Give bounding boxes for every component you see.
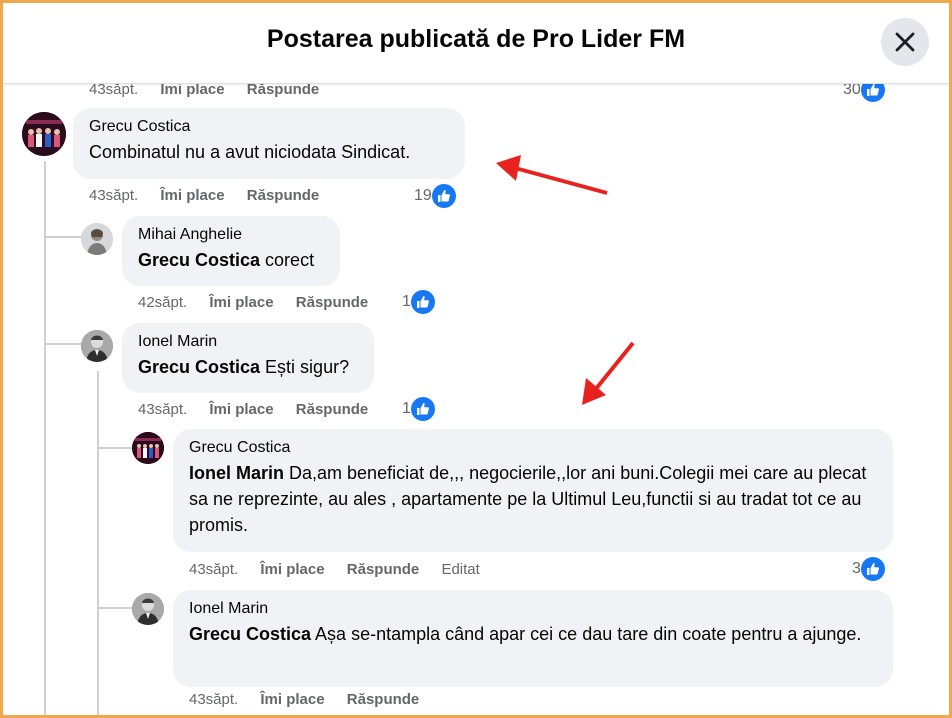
mention-link[interactable]: Grecu Costica: [138, 250, 260, 270]
comment-time[interactable]: 43săpt.: [189, 561, 238, 578]
reaction-count[interactable]: 19: [414, 183, 456, 209]
reaction-count[interactable]: 1: [402, 396, 435, 422]
comment-body: Ești sigur?: [260, 357, 350, 377]
mention-link[interactable]: Grecu Costica: [189, 624, 311, 644]
comment-bubble: Mihai Anghelie Grecu Costica corect: [122, 216, 340, 286]
like-button[interactable]: Îmi place: [260, 691, 324, 708]
reply-button[interactable]: Răspunde: [347, 561, 420, 578]
mention-link[interactable]: Grecu Costica: [138, 357, 260, 377]
avatar[interactable]: [22, 112, 66, 156]
reply-button[interactable]: Răspunde: [247, 187, 320, 204]
edited-label[interactable]: Editat: [441, 561, 479, 578]
comment-time[interactable]: 43săpt.: [89, 187, 138, 204]
like-button[interactable]: Îmi place: [260, 561, 324, 578]
comment-body: Așa se-ntampla când apar cei ce dau tare…: [311, 624, 862, 644]
like-button[interactable]: Îmi place: [209, 401, 273, 418]
like-reaction-icon: [410, 397, 435, 421]
reply-button[interactable]: Răspunde: [296, 294, 369, 311]
avatar[interactable]: [81, 223, 113, 255]
comment-time[interactable]: 43săpt.: [189, 691, 238, 708]
comment-text: Combinatul nu a avut niciodata Sindicat.: [89, 142, 411, 162]
comment-author[interactable]: Grecu Costica: [189, 438, 877, 458]
comment-actions: 43săpt. Îmi place Răspunde Editat: [189, 561, 498, 579]
comment-author[interactable]: Mihai Anghelie: [138, 225, 324, 245]
reaction-number: 19: [414, 187, 432, 204]
comment-time[interactable]: 42săpt.: [138, 294, 187, 311]
reply-button[interactable]: Răspunde: [296, 401, 369, 418]
reaction-number: 1: [402, 400, 411, 417]
page-title: Postarea publicată de Pro Lider FM: [266, 25, 686, 53]
comment-time[interactable]: 43săpt.: [138, 401, 187, 418]
thread-line: [44, 161, 46, 715]
comment-actions: 43săpt. Îmi place Răspunde: [138, 401, 386, 419]
reaction-count[interactable]: 3: [852, 556, 885, 582]
close-button[interactable]: [881, 18, 929, 66]
comment-bubble: Grecu Costica Combinatul nu a avut nicio…: [73, 108, 465, 179]
comment-actions: 43săpt. Îmi place Răspunde: [89, 187, 337, 205]
avatar[interactable]: [132, 432, 164, 464]
comments-thread: 43săpt. Îmi place Răspunde 30 Grecu Cost…: [3, 3, 949, 715]
like-button[interactable]: Îmi place: [209, 294, 273, 311]
post-dialog: 43săpt. Îmi place Răspunde 30 Grecu Cost…: [0, 0, 952, 718]
thread-branch: [99, 607, 133, 609]
comment-bubble: Ionel Marin Grecu Costica Ești sigur?: [122, 323, 374, 393]
comment-author[interactable]: Ionel Marin: [189, 599, 877, 619]
comment-actions: 42săpt. Îmi place Răspunde: [138, 294, 386, 312]
like-reaction-icon: [860, 557, 885, 581]
dialog-header: Postarea publicată de Pro Lider FM: [3, 3, 949, 84]
comment-bubble: Ionel Marin Grecu Costica Așa se-ntampla…: [173, 590, 893, 687]
like-reaction-icon: [431, 184, 456, 208]
comment-text: Grecu Costica Ești sigur?: [138, 354, 358, 380]
close-icon: [895, 32, 915, 52]
reply-button[interactable]: Răspunde: [347, 691, 420, 708]
thread-branch: [46, 236, 82, 238]
reaction-number: 3: [852, 560, 861, 577]
like-button[interactable]: Îmi place: [160, 187, 224, 204]
reaction-number: 1: [402, 293, 411, 310]
comment-text: Grecu Costica corect: [138, 247, 324, 273]
like-reaction-icon: [410, 290, 435, 314]
comment-author[interactable]: Ionel Marin: [138, 332, 358, 352]
avatar[interactable]: [132, 593, 164, 625]
thread-branch: [46, 343, 82, 345]
comment-text: Grecu Costica Așa se-ntampla când apar c…: [189, 621, 877, 647]
comment-author[interactable]: Grecu Costica: [89, 117, 449, 137]
avatar[interactable]: [81, 330, 113, 362]
comment-body: corect: [260, 250, 315, 270]
thread-branch: [99, 447, 133, 449]
reaction-count[interactable]: 1: [402, 289, 435, 315]
mention-link[interactable]: Ionel Marin: [189, 463, 284, 483]
comment-actions: 43săpt. Îmi place Răspunde: [189, 691, 437, 709]
comment-body: Da,am beneficiat de,,, negocierile,,lor …: [189, 463, 867, 535]
thread-line: [97, 371, 99, 715]
comment-bubble: Grecu Costica Ionel Marin Da,am benefici…: [173, 429, 893, 552]
comment-text: Ionel Marin Da,am beneficiat de,,, negoc…: [189, 460, 877, 538]
